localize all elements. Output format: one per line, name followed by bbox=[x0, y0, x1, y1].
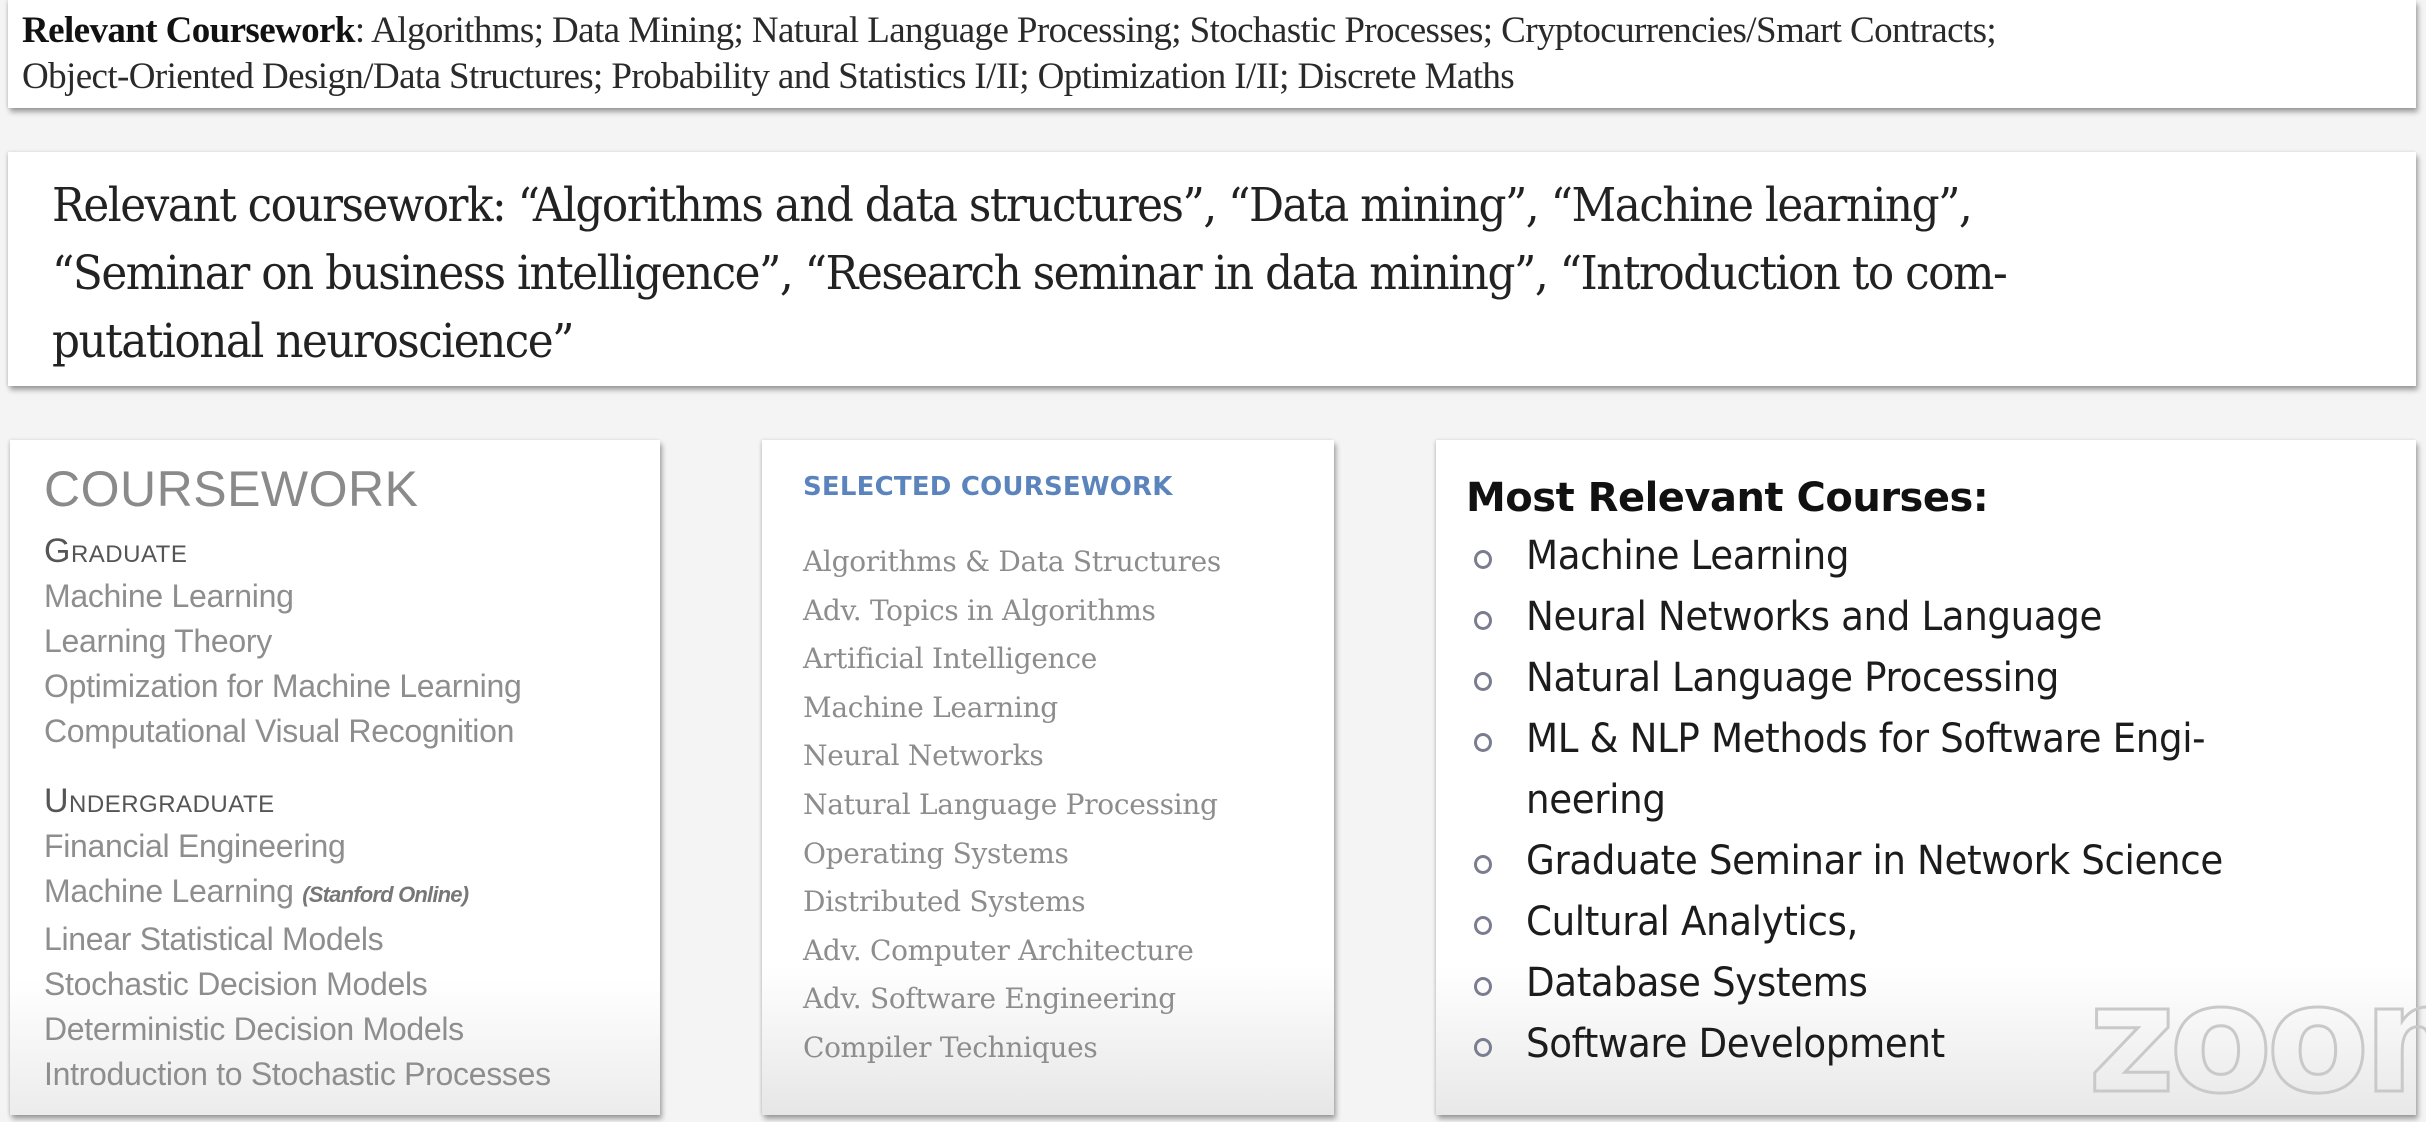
course-item: Machine Learning bbox=[44, 578, 294, 614]
course-item: Operating Systems bbox=[803, 836, 1069, 870]
course-note: (Stanford Online) bbox=[302, 882, 469, 907]
course-item: Deterministic Decision Models bbox=[44, 1011, 464, 1047]
course-item: Natural Language Processing bbox=[803, 787, 1218, 821]
section-title: Most Relevant Courses: bbox=[1466, 475, 1989, 521]
course-item: Adv. Topics in Algorithms bbox=[803, 593, 1156, 627]
hollow-circle-bullet-icon bbox=[1466, 892, 1526, 953]
course-item: Artificial Intelligence bbox=[803, 642, 1097, 676]
coursework-line-2: Object-Oriented Design/Data Structures; … bbox=[22, 56, 1515, 97]
course-item: Financial Engineering bbox=[44, 828, 346, 864]
course-item: Graduate Seminar in Network Science bbox=[1466, 831, 2416, 892]
coursework-text-line: putational neuroscience” bbox=[52, 314, 574, 369]
hollow-circle-bullet-icon bbox=[1466, 526, 1526, 587]
resume-snippet-3: COURSEWORK Graduate Machine Learning Lea… bbox=[10, 440, 660, 1115]
course-name: Natural Language Processing bbox=[1526, 655, 2060, 701]
course-name: Cultural Analytics, bbox=[1526, 899, 1858, 945]
course-name: Database Systems bbox=[1526, 960, 1868, 1006]
course-item: ML & NLP Methods for Software Engi-neeri… bbox=[1466, 709, 2416, 831]
coursework-line-1: Relevant Coursework: Algorithms; Data Mi… bbox=[22, 8, 2402, 54]
hollow-circle-bullet-icon bbox=[1466, 648, 1526, 709]
section-title: SELECTED COURSEWORK bbox=[803, 472, 1173, 502]
course-item: Optimization for Machine Learning bbox=[44, 668, 522, 704]
course-item: Adv. Software Engineering bbox=[803, 982, 1176, 1016]
course-item: Machine Learning bbox=[803, 690, 1058, 724]
resume-snippet-4: SELECTED COURSEWORK Algorithms & Data St… bbox=[762, 440, 1334, 1115]
resume-snippet-1: Relevant Coursework: Algorithms; Data Mi… bbox=[8, 0, 2416, 108]
course-item: Natural Language Processing bbox=[1466, 648, 2416, 709]
course-list: Algorithms & Data Structures Adv. Topics… bbox=[803, 538, 1334, 1073]
course-name: Neural Networks and Language bbox=[1526, 594, 2103, 640]
course-item: Introduction to Stochastic Processes bbox=[44, 1056, 551, 1092]
course-item: Distributed Systems bbox=[803, 885, 1086, 919]
course-item: Linear Statistical Models bbox=[44, 921, 384, 957]
course-item: Stochastic Decision Models bbox=[44, 966, 428, 1002]
hollow-circle-bullet-icon bbox=[1466, 831, 1526, 892]
course-item: Neural Networks bbox=[803, 739, 1044, 773]
coursework-text-line: “Seminar on business intelligence”, “Res… bbox=[52, 246, 2008, 301]
course-item: Neural Networks and Language bbox=[1466, 587, 2416, 648]
hollow-circle-bullet-icon bbox=[1466, 587, 1526, 648]
screen: Relevant Coursework: Algorithms; Data Mi… bbox=[0, 0, 2426, 1122]
hollow-circle-bullet-icon bbox=[1466, 953, 1526, 1014]
course-name: Machine Learning bbox=[44, 873, 294, 909]
undergraduate-heading: Undergraduate bbox=[44, 782, 275, 820]
coursework-text-line: Relevant coursework: “Algorithms and dat… bbox=[52, 178, 1973, 233]
course-name: Machine Learning bbox=[1526, 533, 1850, 579]
course-name-wrapped: ML & NLP Methods for Software Engi-neeri… bbox=[1526, 709, 2206, 831]
coursework-list-part-1: : Algorithms; Data Mining; Natural Langu… bbox=[354, 10, 1997, 51]
course-item: Compiler Techniques bbox=[803, 1030, 1098, 1064]
resume-snippet-5: Most Relevant Courses: Machine Learning … bbox=[1436, 440, 2416, 1115]
course-item: Machine Learning bbox=[1466, 526, 2416, 587]
course-item: Adv. Computer Architecture bbox=[803, 933, 1194, 967]
course-item: Computational Visual Recognition bbox=[44, 713, 515, 749]
section-title: COURSEWORK bbox=[44, 461, 419, 517]
course-name: Graduate Seminar in Network Science bbox=[1526, 838, 2223, 884]
graduate-heading: Graduate bbox=[44, 532, 188, 570]
course-item: Algorithms & Data Structures bbox=[803, 545, 1221, 578]
coursework-label: Relevant Coursework bbox=[22, 10, 355, 51]
course-item: Learning Theory bbox=[44, 623, 272, 659]
course-name-line: neering bbox=[1526, 777, 1666, 823]
resume-snippet-2: Relevant coursework: “Algorithms and dat… bbox=[8, 152, 2416, 386]
course-item: Software Development bbox=[1466, 1014, 2416, 1075]
hollow-circle-bullet-icon bbox=[1466, 1014, 1526, 1075]
hollow-circle-bullet-icon bbox=[1466, 709, 1526, 770]
course-name: Software Development bbox=[1526, 1021, 1945, 1067]
course-item: Database Systems bbox=[1466, 953, 2416, 1014]
course-item: Machine Learning (Stanford Online) bbox=[44, 869, 660, 917]
course-name-line: ML & NLP Methods for Software Engi- bbox=[1526, 716, 2206, 762]
course-item: Cultural Analytics, bbox=[1466, 892, 2416, 953]
